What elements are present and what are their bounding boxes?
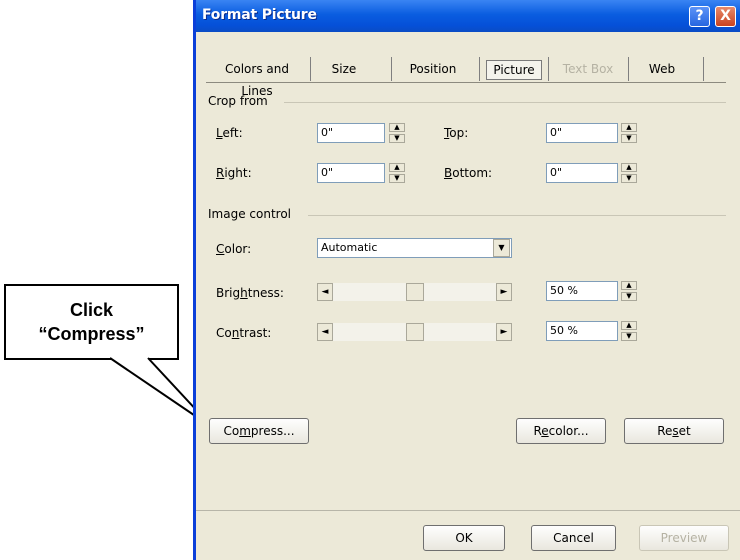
tab-separator (703, 57, 704, 81)
spin-up-icon[interactable]: ▲ (621, 321, 637, 330)
tab-panel-border (206, 82, 726, 83)
format-picture-dialog: Format Picture ? X Colors and Lines Size… (193, 0, 740, 560)
recolor-button[interactable]: Recolor... (516, 418, 606, 444)
crop-left-spinner[interactable]: ▲ ▼ (389, 123, 405, 143)
left-arrow-icon[interactable]: ◄ (317, 283, 333, 301)
reset-button[interactable]: Reset (624, 418, 724, 444)
cancel-button[interactable]: Cancel (531, 525, 616, 551)
spin-up-icon[interactable]: ▲ (621, 123, 637, 132)
spin-down-icon[interactable]: ▼ (621, 174, 637, 183)
close-button[interactable]: X (715, 6, 736, 27)
left-arrow-icon[interactable]: ◄ (317, 323, 333, 341)
tab-position[interactable]: Position (398, 58, 468, 80)
tab-separator (548, 57, 549, 81)
right-arrow-icon[interactable]: ► (496, 323, 512, 341)
brightness-label: Brightness: (216, 286, 284, 300)
crop-right-spinner[interactable]: ▲ ▼ (389, 163, 405, 183)
tab-picture[interactable]: Picture (486, 60, 542, 80)
contrast-input[interactable]: 50 % (546, 321, 618, 341)
contrast-slider[interactable]: ◄ ► (317, 323, 512, 341)
brightness-slider[interactable]: ◄ ► (317, 283, 512, 301)
tab-text-box: Text Box (562, 62, 614, 76)
tab-colors-and-lines[interactable]: Colors and Lines (208, 58, 306, 98)
tab-separator (310, 57, 311, 81)
tab-size[interactable]: Size (324, 58, 364, 80)
callout-line-2: “Compress” (38, 324, 145, 344)
crop-bottom-label: Bottom: (444, 166, 493, 180)
ok-button[interactable]: OK (423, 525, 505, 551)
image-control-group-divider (308, 215, 726, 216)
crop-left-label: Left: (216, 126, 243, 140)
spin-down-icon[interactable]: ▼ (389, 174, 405, 183)
contrast-slider-thumb[interactable] (405, 323, 424, 341)
spin-up-icon[interactable]: ▲ (389, 123, 405, 132)
crop-top-input[interactable]: 0" (546, 123, 618, 143)
tab-separator (628, 57, 629, 81)
right-arrow-icon[interactable]: ► (496, 283, 512, 301)
crop-group-label: Crop from (208, 94, 268, 108)
crop-top-label: Top: (444, 126, 469, 140)
tab-separator (479, 57, 480, 81)
callout-box: Click “Compress” (4, 284, 179, 360)
color-select[interactable]: Automatic (317, 238, 512, 258)
tab-separator (391, 57, 392, 81)
compress-button[interactable]: Compress... (209, 418, 309, 444)
contrast-spinner[interactable]: ▲ ▼ (621, 321, 637, 341)
question-icon: ? (695, 8, 704, 24)
image-control-group-label: Image control (208, 207, 291, 221)
brightness-slider-thumb[interactable] (405, 283, 424, 301)
crop-left-input[interactable]: 0" (317, 123, 385, 143)
crop-bottom-input[interactable]: 0" (546, 163, 618, 183)
color-select-value: Automatic (321, 241, 378, 254)
spin-down-icon[interactable]: ▼ (621, 332, 637, 341)
preview-button: Preview (639, 525, 729, 551)
brightness-input[interactable]: 50 % (546, 281, 618, 301)
brightness-spinner[interactable]: ▲ ▼ (621, 281, 637, 301)
dialog-title: Format Picture (202, 7, 317, 23)
crop-right-label: Right: (216, 166, 252, 180)
help-button[interactable]: ? (689, 6, 710, 27)
chevron-down-icon[interactable]: ▼ (493, 239, 510, 257)
crop-top-spinner[interactable]: ▲ ▼ (621, 123, 637, 143)
spin-down-icon[interactable]: ▼ (621, 292, 637, 301)
spin-down-icon[interactable]: ▼ (621, 134, 637, 143)
close-icon: X (720, 8, 731, 24)
crop-bottom-spinner[interactable]: ▲ ▼ (621, 163, 637, 183)
spin-up-icon[interactable]: ▲ (389, 163, 405, 172)
title-bar[interactable]: Format Picture ? X (196, 0, 740, 32)
crop-group-divider (284, 102, 726, 103)
crop-right-input[interactable]: 0" (317, 163, 385, 183)
spin-down-icon[interactable]: ▼ (389, 134, 405, 143)
tab-web[interactable]: Web (644, 58, 680, 80)
color-label: Color: (216, 242, 252, 256)
contrast-label: Contrast: (216, 326, 272, 340)
spin-up-icon[interactable]: ▲ (621, 281, 637, 290)
spin-up-icon[interactable]: ▲ (621, 163, 637, 172)
callout-line-1: Click (69, 300, 114, 320)
